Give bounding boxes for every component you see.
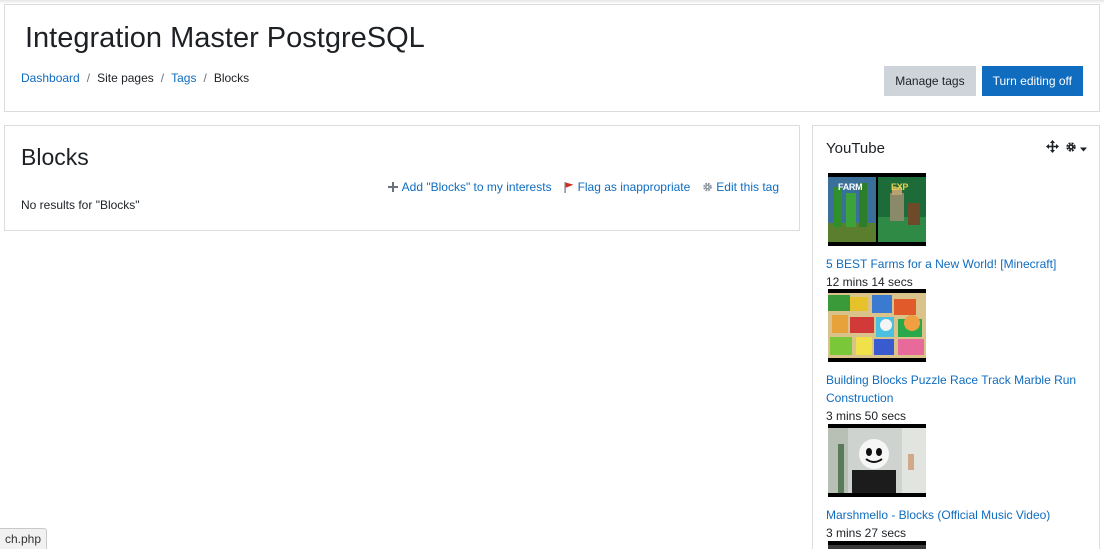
video-thumbnail[interactable] [828, 541, 926, 549]
video-thumbnail[interactable]: FARM EXP [828, 173, 926, 246]
breadcrumb-separator: / [160, 71, 165, 85]
edit-tag-link[interactable]: Edit this tag [702, 180, 779, 194]
flag-inappropriate-link[interactable]: Flag as inappropriate [564, 180, 691, 194]
header-buttons: Manage tags Turn editing off [884, 66, 1083, 96]
add-to-interests-label: Add "Blocks" to my interests [401, 180, 552, 194]
youtube-video-item: FARM EXP 5 BEST Farms for a New World! [… [826, 173, 1096, 291]
video-thumbnail[interactable] [828, 424, 926, 497]
thumbnail-label-left: FARM [838, 182, 863, 192]
video-thumbnail[interactable] [828, 289, 926, 362]
plus-icon [388, 182, 399, 193]
thumbnail-label-right: EXP [891, 182, 909, 192]
breadcrumb-separator: / [86, 71, 91, 85]
breadcrumb-separator: / [203, 71, 207, 85]
manage-tags-button[interactable]: Manage tags [884, 66, 976, 96]
page-header: Integration Master PostgreSQL Dashboard … [4, 4, 1100, 112]
video-title-link[interactable]: 5 BEST Farms for a New World! [Minecraft… [826, 255, 1096, 273]
tag-content-card: Blocks Add "Blocks" to my interests Flag… [4, 125, 800, 231]
page-title: Integration Master PostgreSQL [25, 22, 425, 54]
breadcrumb-dashboard[interactable]: Dashboard [21, 71, 80, 85]
browser-status-bar: ch.php [0, 528, 48, 549]
breadcrumb-tags[interactable]: Tags [171, 71, 196, 85]
video-duration: 3 mins 27 secs [826, 526, 907, 540]
no-results-text: No results for "Blocks" [21, 198, 140, 212]
caret-down-icon [1080, 141, 1087, 155]
move-icon[interactable] [1046, 140, 1059, 156]
video-duration: 3 mins 50 secs [826, 409, 907, 423]
breadcrumb-site-pages: Site pages [97, 71, 154, 85]
breadcrumb-blocks: Blocks [213, 71, 250, 85]
block-controls [1046, 140, 1087, 156]
youtube-video-item-partial [826, 541, 1096, 549]
gear-icon [1065, 141, 1077, 156]
add-to-interests-link[interactable]: Add "Blocks" to my interests [388, 180, 552, 194]
youtube-video-item: Building Blocks Puzzle Race Track Marble… [826, 289, 1096, 425]
tag-actions: Add "Blocks" to my interests Flag as ina… [388, 180, 779, 194]
turn-editing-off-button[interactable]: Turn editing off [981, 66, 1083, 96]
youtube-video-item: Marshmello - Blocks (Official Music Vide… [826, 424, 1096, 542]
flag-inappropriate-label: Flag as inappropriate [577, 180, 691, 194]
youtube-block-title: YouTube [826, 140, 885, 157]
tag-title: Blocks [21, 144, 89, 170]
edit-tag-label: Edit this tag [716, 180, 779, 194]
flag-icon [564, 181, 575, 193]
video-title-link[interactable]: Building Blocks Puzzle Race Track Marble… [826, 371, 1096, 407]
breadcrumb: Dashboard / Site pages / Tags / Blocks [21, 71, 249, 85]
gear-icon [702, 182, 713, 193]
youtube-block: YouTube FARM EXP 5 BEST Farms for a New … [812, 125, 1100, 549]
block-actions-menu[interactable] [1065, 141, 1087, 156]
video-title-link[interactable]: Marshmello - Blocks (Official Music Vide… [826, 506, 1096, 524]
